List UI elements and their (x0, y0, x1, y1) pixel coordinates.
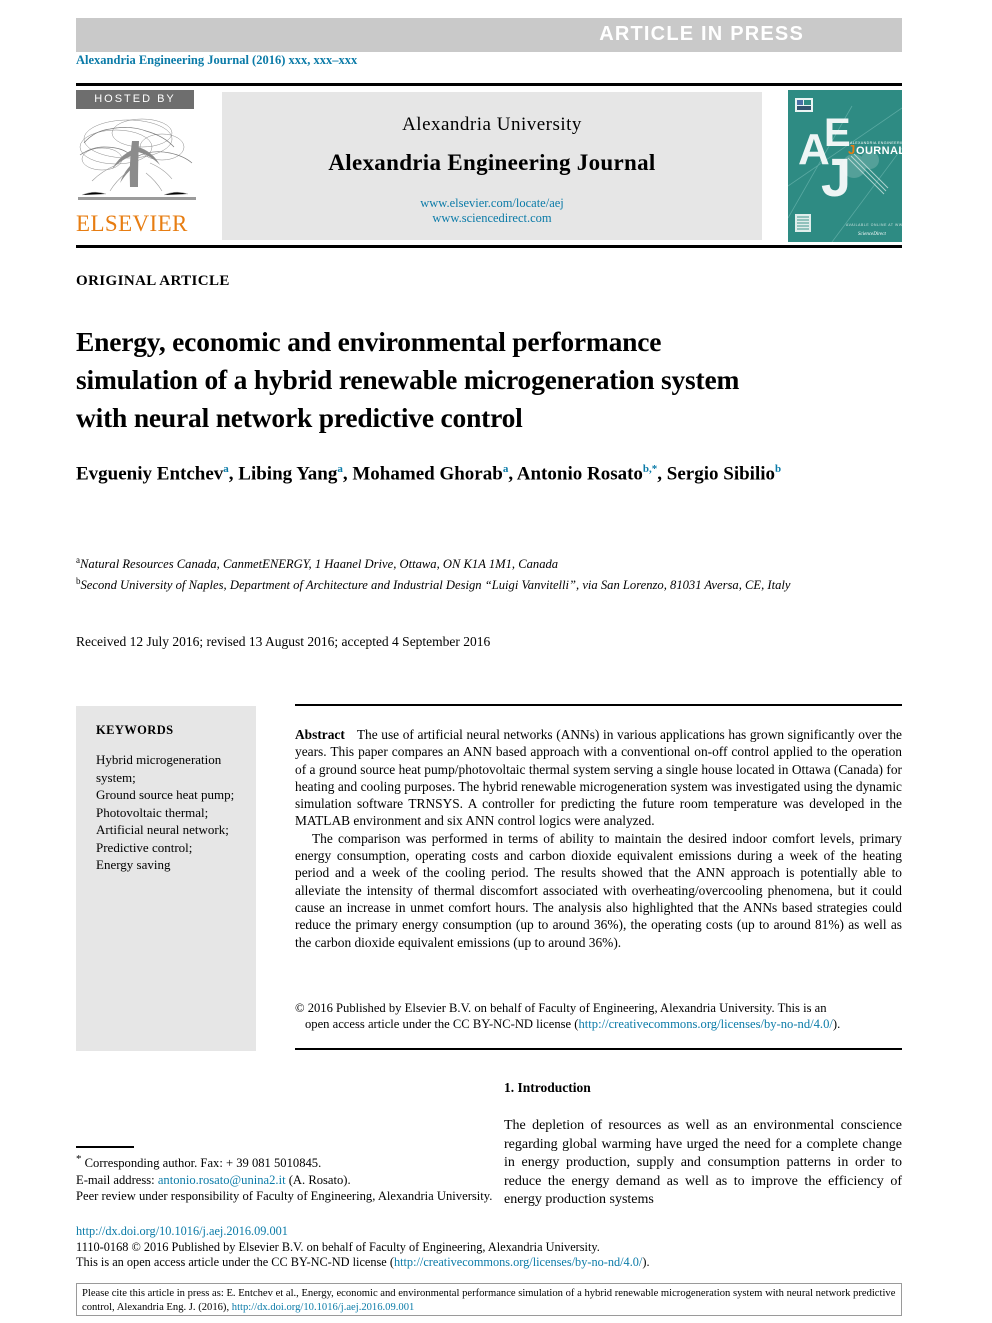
citation-doi-link[interactable]: http://dx.doi.org/10.1016/j.aej.2016.09.… (232, 1302, 415, 1313)
introduction-paragraph: The depletion of resources as well as an… (504, 1118, 902, 1207)
copyright-line-1: © 2016 Published by Elsevier B.V. on beh… (295, 1001, 827, 1015)
author-affiliation-mark: b (775, 463, 782, 475)
elsevier-wordmark: ELSEVIER (76, 211, 188, 236)
email-label: E-mail address: (76, 1172, 155, 1187)
svg-text:AVAILABLE ONLINE AT WWW.SCIENC: AVAILABLE ONLINE AT WWW.SCIENCEDIRECT.CO… (846, 223, 902, 227)
email-note: E-mail address: antonio.rosato@unina2.it… (76, 1172, 496, 1189)
page-title: Energy, economic and environmental perfo… (76, 326, 740, 434)
hosted-by-badge: HOSTED BY (76, 90, 194, 109)
peer-review-note: Peer review under responsibility of Facu… (76, 1189, 493, 1204)
abstract-paragraph-1: The use of artificial neural networks (A… (295, 727, 902, 829)
svg-text:J: J (848, 142, 855, 157)
issn-copyright-line: 1110-0168 © 2016 Published by Elsevier B… (76, 1239, 600, 1254)
journal-title: Alexandria Engineering Journal (328, 150, 656, 175)
elsevier-url[interactable]: www.elsevier.com/locate/aej (222, 196, 762, 211)
keyword-item: Energy saving (96, 857, 171, 872)
corresponding-author-text: Corresponding author. Fax: + 39 081 5010… (84, 1156, 322, 1171)
affiliation-text: Natural Resources Canada, CanmetENERGY, … (80, 557, 559, 572)
copyright-license-pre: open access article under the CC BY-NC-N… (305, 1017, 579, 1031)
abstract-block: Abstract The use of artificial neural net… (295, 726, 902, 951)
cc-license-link[interactable]: http://creativecommons.org/licenses/by-n… (578, 1017, 832, 1031)
article-in-press-label: ARTICLE IN PRESS (599, 23, 804, 45)
footnote-block: * Corresponding author. Fax: + 39 081 50… (76, 1151, 496, 1205)
affiliation-item: bSecond University of Naples, Department… (76, 573, 906, 594)
keywords-list: Hybrid microgeneration system; Ground so… (96, 751, 246, 874)
abstract-paragraph-2: The comparison was performed in terms of… (295, 830, 902, 950)
journal-masthead-box: Alexandria University Alexandria Enginee… (222, 92, 762, 240)
footnote-rule (76, 1146, 134, 1148)
svg-text:ScienceDirect: ScienceDirect (858, 232, 886, 237)
sciencedirect-url[interactable]: www.sciencedirect.com (222, 211, 762, 226)
author-name: Antonio Rosato (516, 463, 643, 485)
journal-reference-line: Alexandria Engineering Journal (2016) xx… (76, 53, 358, 67)
affiliation-list: aNatural Resources Canada, CanmetENERGY,… (76, 552, 906, 593)
citation-line-1: Please cite this article in press as: E.… (82, 1288, 784, 1299)
abstract-label: Abstract (295, 727, 345, 742)
author-name: Sergio Sibilio (666, 463, 776, 485)
keywords-heading: KEYWORDS (96, 723, 174, 737)
author-list: Evgueniy Entcheva, Libing Yanga, Mohamed… (76, 463, 782, 485)
abstract-top-rule (295, 704, 902, 706)
email-owner: (A. Rosato). (288, 1172, 351, 1187)
author-name: Libing Yang (238, 463, 338, 485)
author-affiliation-mark: a (337, 463, 343, 475)
author-affiliation-mark: a (502, 463, 509, 475)
footer-metadata: http://dx.doi.org/10.1016/j.aej.2016.09.… (76, 1224, 906, 1271)
article-page: ARTICLE IN PRESS Alexandria Engineering … (0, 0, 992, 1323)
footer-cc-link[interactable]: http://creativecommons.org/licenses/by-n… (394, 1255, 642, 1269)
affiliation-text: Second University of Naples, Department … (80, 577, 791, 592)
footer-license-pre: This is an open access article under the… (76, 1255, 394, 1269)
footer-license-line: This is an open access article under the… (76, 1255, 906, 1271)
keyword-item: Predictive control; (96, 839, 193, 855)
keyword-item: Photovoltaic thermal; (96, 804, 209, 820)
copyright-line-2: open access article under the CC BY-NC-N… (295, 1016, 902, 1032)
author-affiliation-mark: a (223, 463, 229, 475)
abstract-copyright: © 2016 Published by Elsevier B.V. on beh… (295, 1000, 902, 1032)
author-name: Evgueniy Entchev (76, 463, 224, 485)
masthead-top-rule (76, 83, 902, 86)
asterisk-icon: * (76, 1153, 82, 1165)
corresponding-author-note: * Corresponding author. Fax: + 39 081 50… (76, 1151, 496, 1172)
author-name: Mohamed Ghorab (352, 463, 503, 485)
email-link[interactable]: antonio.rosato@unina2.it (158, 1173, 286, 1187)
svg-text:OURNAL: OURNAL (856, 145, 902, 157)
doi-link[interactable]: http://dx.doi.org/10.1016/j.aej.2016.09.… (76, 1224, 906, 1240)
article-dates: Received 12 July 2016; revised 13 August… (76, 634, 491, 649)
elsevier-tree-icon (76, 113, 198, 211)
author-affiliation-mark: b,* (642, 463, 658, 475)
keyword-item: Artificial neural network; (96, 822, 229, 837)
section-heading-introduction: 1. Introduction (504, 1080, 591, 1095)
citation-text: Please cite this article in press as: E.… (82, 1287, 898, 1314)
keyword-item: Hybrid microgeneration system; (96, 752, 222, 785)
affiliation-item: aNatural Resources Canada, CanmetENERGY,… (76, 552, 906, 573)
keyword-item: Ground source heat pump; (96, 787, 235, 802)
abstract-bottom-rule (295, 1048, 902, 1050)
introduction-body: The depletion of resources as well as an… (504, 1117, 902, 1210)
aej-journal-cover-icon: A E J ALEXANDRIA ENGINEERING J OURNAL AV… (788, 90, 902, 242)
elsevier-logo-block: HOSTED BY ELSEVIER (76, 90, 208, 242)
copyright-license-post: ). (832, 1017, 841, 1031)
masthead-bottom-rule (76, 245, 902, 248)
article-in-press-banner: ARTICLE IN PRESS (76, 18, 902, 52)
masthead-urls: www.elsevier.com/locate/aej www.scienced… (222, 196, 762, 226)
footer-license-post: ). (642, 1255, 650, 1269)
abstract-paragraph: Abstract The use of artificial neural net… (295, 726, 902, 830)
university-name: Alexandria University (402, 114, 582, 135)
article-type-label: ORIGINAL ARTICLE (76, 273, 230, 289)
